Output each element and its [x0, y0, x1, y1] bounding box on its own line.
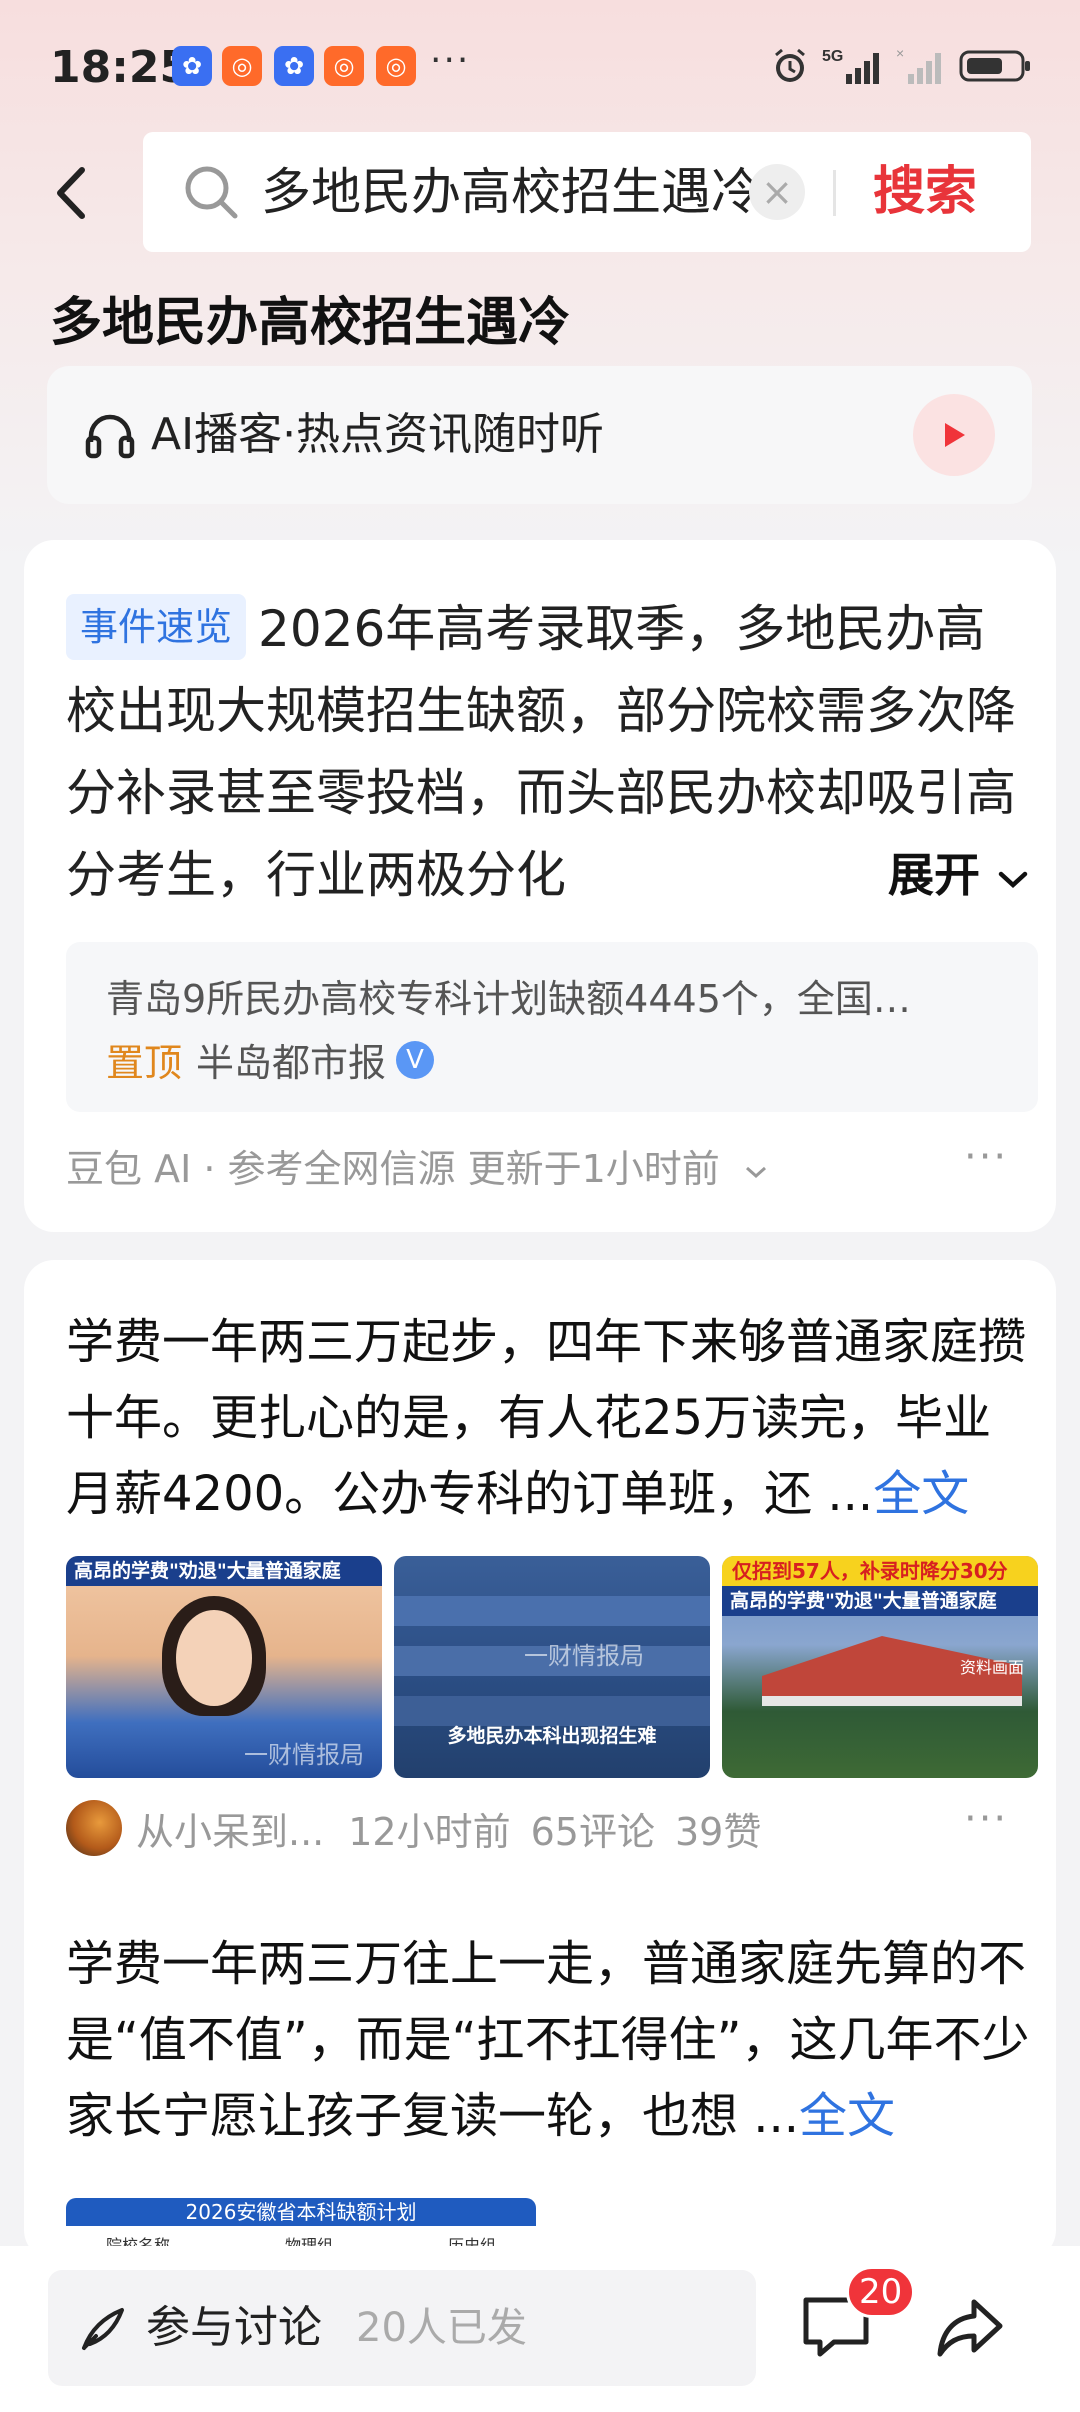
- status-time: 18:25: [50, 42, 191, 93]
- chevron-left-icon: [57, 167, 85, 219]
- headphones-icon: [85, 414, 135, 459]
- image-watermark: 一财情报局: [524, 1642, 644, 1670]
- discuss-input[interactable]: 参与讨论 20人已发: [48, 2270, 756, 2386]
- page-title: 多地民办高校招生遇冷: [50, 293, 571, 353]
- ai-podcast-bar[interactable]: AI播客·热点资讯随时听: [47, 366, 1032, 504]
- image-caption: 多地民办本科出现招生难: [447, 1725, 657, 1747]
- cellular-signal-icon: ×: [896, 44, 946, 88]
- chevron-down-icon: [745, 1166, 766, 1179]
- podcast-play-button[interactable]: [913, 394, 995, 476]
- post-author[interactable]: 从小呆到...: [136, 1801, 324, 1856]
- battery-icon: [958, 44, 1032, 88]
- app-orange-icon: ◎: [376, 46, 416, 86]
- event-tag: 事件速览: [66, 594, 247, 660]
- pin-label: 置顶: [106, 1041, 183, 1085]
- app-orange-icon: ◎: [324, 46, 364, 86]
- image-watermark: 一财情报局: [244, 1741, 364, 1769]
- baidu-app-icon: ✿: [172, 46, 212, 86]
- pinned-source[interactable]: 青岛9所民办高校专科计划缺额4445个，全国… 置顶 半岛都市报 V: [66, 942, 1038, 1112]
- search-box[interactable]: 多地民办高校招生遇冷 × 搜索: [143, 132, 1031, 252]
- clear-search-button[interactable]: ×: [749, 164, 805, 220]
- baidu-app-icon: ✿: [274, 46, 314, 86]
- podcast-label: AI播客·热点资讯随时听: [151, 409, 605, 460]
- post-1-text[interactable]: 学费一年两三万起步，四年下来够普通家庭攒十年。更扎心的是，有人花25万读完，毕业…: [66, 1304, 1036, 1532]
- posts-card: 学费一年两三万起步，四年下来够普通家庭攒十年。更扎心的是，有人花25万读完，毕业…: [24, 1260, 1056, 2260]
- source-headline[interactable]: 青岛9所民办高校专科计划缺额4445个，全国…: [106, 968, 1006, 1023]
- source-name: 半岛都市报: [196, 1041, 387, 1085]
- event-summary-card: 事件速览 2026年高考录取季，多地民办高校出现大规模招生缺额，部分院校需多次降分…: [24, 540, 1056, 1232]
- comment-count-badge: 20: [846, 2266, 916, 2318]
- anchor-face-shape: [176, 1610, 252, 1706]
- search-submit-button[interactable]: 搜索: [873, 158, 977, 226]
- play-icon: [945, 423, 965, 447]
- search-header: 多地民办高校招生遇冷 × 搜索: [0, 130, 1080, 260]
- classroom-image[interactable]: 一财情报局 多地民办本科出现招生难: [394, 1556, 710, 1778]
- post-2-text[interactable]: 学费一年两三万往上一走，普通家庭先算的不是“值不值”，而是“扛不扛得住”，这几年…: [66, 1926, 1036, 2154]
- chevron-down-icon: [998, 871, 1028, 889]
- post-1-meta: 从小呆到... 12小时前 65评论 39赞: [66, 1800, 761, 1856]
- back-button[interactable]: [40, 158, 110, 228]
- post-2-full-link[interactable]: 全文: [799, 2088, 895, 2144]
- cellular-5g-icon: 5G: [822, 44, 886, 88]
- status-bar: 18:25 ✿ ◎ ✿ ◎ ◎ ··· 5G ×: [0, 0, 1080, 130]
- svg-text:×: ×: [896, 45, 904, 61]
- post-1-images: 高昂的学费"劝退"大量普通家庭 一财情报局 一财情报局 多地民办本科出现招生难 …: [66, 1556, 1038, 1778]
- discuss-label: 参与讨论: [146, 2302, 322, 2353]
- table-image-title: 2026安徽省本科缺额计划: [66, 2198, 536, 2226]
- summary-meta-text: 豆包 AI · 参考全网信源 更新于1小时前: [66, 1147, 720, 1191]
- image-note: 资料画面: [959, 1658, 1024, 1677]
- search-icon: [185, 166, 238, 219]
- image-banner: 高昂的学费"劝退"大量普通家庭: [66, 1556, 382, 1586]
- share-button[interactable]: [930, 2288, 1010, 2368]
- app-orange-icon: ◎: [222, 46, 262, 86]
- summary-meta[interactable]: 豆包 AI · 参考全网信源 更新于1小时前: [66, 1138, 770, 1193]
- share-icon: [937, 2299, 1003, 2357]
- campus-image[interactable]: 仅招到57人，补录时降分30分 高昂的学费"劝退"大量普通家庭 资料画面: [722, 1556, 1038, 1778]
- post-comments[interactable]: 65评论: [531, 1801, 655, 1856]
- network-label: 5G: [822, 48, 843, 65]
- expand-button[interactable]: 展开: [804, 834, 1044, 916]
- avatar[interactable]: [66, 1800, 122, 1856]
- verified-icon: V: [396, 1040, 435, 1079]
- source-info: 置顶 半岛都市报 V: [106, 1032, 435, 1087]
- search-divider: [833, 170, 836, 216]
- more-options-button[interactable]: ···: [964, 1134, 1008, 1180]
- pen-icon: [82, 2308, 124, 2350]
- bottom-action-bar: 参与讨论 20人已发 20: [0, 2246, 1080, 2412]
- discuss-count: 20人已发: [356, 2305, 527, 2351]
- post-likes[interactable]: 39赞: [675, 1801, 761, 1856]
- status-overflow: ···: [430, 40, 471, 81]
- news-anchor-image[interactable]: 高昂的学费"劝退"大量普通家庭 一财情报局: [66, 1556, 382, 1778]
- post-time: 12小时前: [348, 1809, 511, 1854]
- expand-label: 展开: [888, 848, 980, 902]
- alarm-icon: [770, 44, 810, 88]
- post-1-full-link[interactable]: 全文: [873, 1466, 969, 1522]
- more-options-button[interactable]: ···: [964, 1796, 1008, 1842]
